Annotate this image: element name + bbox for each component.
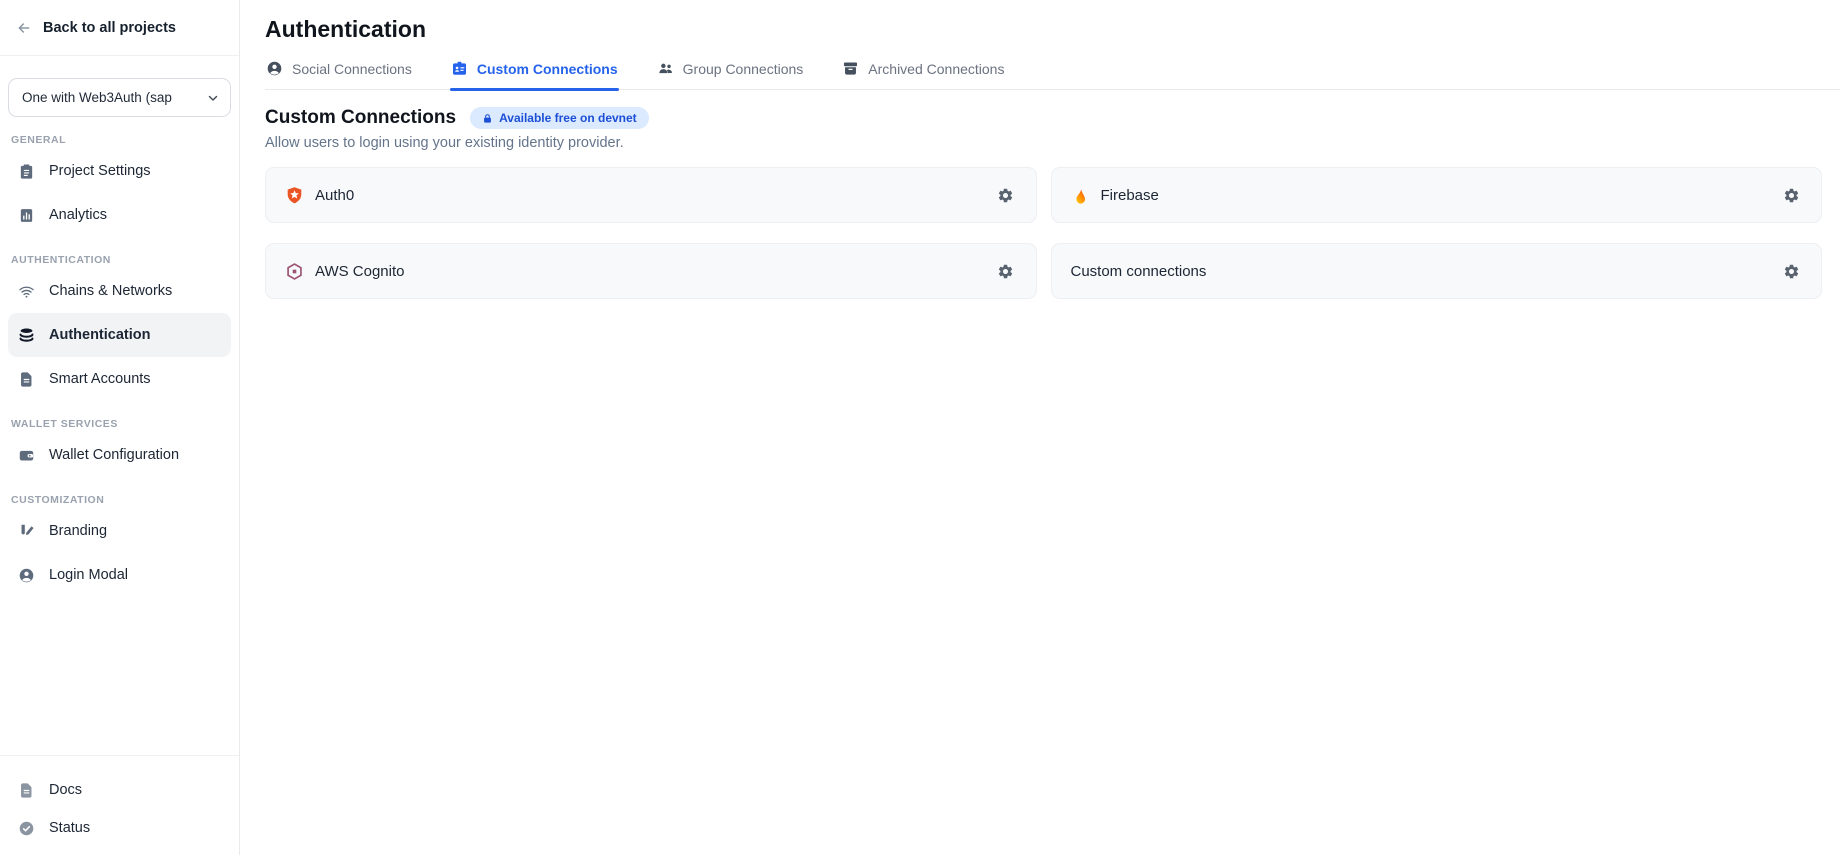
project-selector[interactable]: One with Web3Auth (sap <box>8 78 231 117</box>
sidebar-item-chains-networks[interactable]: Chains & Networks <box>8 269 231 313</box>
connection-card-label: Firebase <box>1101 187 1159 204</box>
sidebar-item-label: Chains & Networks <box>49 283 172 299</box>
connection-card-label: AWS Cognito <box>315 263 404 280</box>
sidebar-item-authentication[interactable]: Authentication <box>8 313 231 357</box>
user-circle-icon <box>18 567 35 584</box>
sidebar-item-label: Analytics <box>49 207 107 223</box>
tab-social-connections[interactable]: Social Connections <box>265 60 413 89</box>
nav-section-label-customization: CUSTOMIZATION <box>11 494 228 506</box>
sidebar-item-label: Branding <box>49 523 107 539</box>
settings-gear-button-custom-connections[interactable] <box>1779 259 1803 283</box>
gear-icon <box>1783 187 1800 204</box>
sidebar-footer: Docs Status <box>0 755 239 855</box>
aws-cognito-logo <box>285 262 304 281</box>
wallet-icon <box>18 447 35 464</box>
page-title: Authentication <box>265 13 1816 45</box>
connection-card-label: Auth0 <box>315 187 354 204</box>
sidebar-item-login-modal[interactable]: Login Modal <box>8 553 231 597</box>
tab-archived-connections[interactable]: Archived Connections <box>841 60 1005 89</box>
back-label: Back to all projects <box>43 20 176 36</box>
back-to-projects-link[interactable]: Back to all projects <box>0 0 239 56</box>
analytics-icon <box>18 207 35 224</box>
user-circle-icon <box>266 60 283 77</box>
connection-card-left: Auth0 <box>285 186 354 205</box>
nav-section-label-general: GENERAL <box>11 134 228 146</box>
gear-icon <box>997 187 1014 204</box>
app-window: Back to all projects One with Web3Auth (… <box>0 0 1840 855</box>
settings-gear-button-auth0[interactable] <box>994 183 1018 207</box>
archive-icon <box>842 60 859 77</box>
tab-bar: Social Connections Custom Connections Grou… <box>265 60 1840 90</box>
sidebar-item-branding[interactable]: Branding <box>8 509 231 553</box>
settings-gear-button-firebase[interactable] <box>1779 183 1803 207</box>
sidebar-item-label: Login Modal <box>49 567 128 583</box>
tab-label: Group Connections <box>683 61 804 77</box>
tab-label: Social Connections <box>292 61 412 77</box>
wifi-icon <box>18 283 35 300</box>
id-badge-icon <box>451 60 468 77</box>
project-selector-value: One with Web3Auth (sap <box>22 90 206 105</box>
connection-card-left: Firebase <box>1071 186 1159 205</box>
sidebar: Back to all projects One with Web3Auth (… <box>0 0 240 855</box>
lock-icon <box>482 113 493 124</box>
sidebar-item-label: Smart Accounts <box>49 371 151 387</box>
sidebar-nav: GENERAL Project Settings Analytics AUTHENTI… <box>0 117 239 755</box>
sidebar-item-wallet-configuration[interactable]: Wallet Configuration <box>8 433 231 477</box>
sidebar-item-project-settings[interactable]: Project Settings <box>8 149 231 193</box>
chevron-down-icon <box>206 91 220 105</box>
sidebar-item-docs[interactable]: Docs <box>8 771 231 809</box>
section-heading: Custom Connections <box>265 107 456 129</box>
gear-icon <box>1783 263 1800 280</box>
sidebar-item-label: Status <box>49 820 90 836</box>
section-header: Custom Connections Available free on dev… <box>265 107 1816 129</box>
connection-card-left: AWS Cognito <box>285 262 404 281</box>
tab-label: Custom Connections <box>477 61 618 77</box>
users-icon <box>657 60 674 77</box>
brush-icon <box>18 523 35 540</box>
tab-custom-connections[interactable]: Custom Connections <box>450 60 619 89</box>
connection-card-aws-cognito[interactable]: AWS Cognito <box>265 243 1037 299</box>
file-icon <box>18 782 35 799</box>
connection-card-label: Custom connections <box>1071 263 1207 280</box>
sidebar-item-label: Project Settings <box>49 163 151 179</box>
sidebar-item-analytics[interactable]: Analytics <box>8 193 231 237</box>
tab-label: Archived Connections <box>868 61 1004 77</box>
clipboard-icon <box>18 163 35 180</box>
devnet-badge: Available free on devnet <box>470 107 649 129</box>
connection-card-firebase[interactable]: Firebase <box>1051 167 1823 223</box>
arrow-left-icon <box>16 20 32 36</box>
connection-card-custom-connections[interactable]: Custom connections <box>1051 243 1823 299</box>
connection-cards-grid: Auth0 Firebase AWS Cognito Custom connectio… <box>265 167 1822 299</box>
main-content: Authentication Social Connections Custom … <box>240 0 1840 855</box>
database-icon <box>18 327 35 344</box>
tab-group-connections[interactable]: Group Connections <box>656 60 805 89</box>
auth0-logo <box>285 186 304 205</box>
section-description: Allow users to login using your existing… <box>265 135 1816 151</box>
sidebar-item-label: Docs <box>49 782 82 798</box>
check-circle-icon <box>18 820 35 837</box>
sidebar-item-status[interactable]: Status <box>8 809 231 847</box>
firebase-logo <box>1071 186 1090 205</box>
nav-section-label-wallet-services: WALLET SERVICES <box>11 418 228 430</box>
nav-section-label-authentication: AUTHENTICATION <box>11 254 228 266</box>
settings-gear-button-aws-cognito[interactable] <box>994 259 1018 283</box>
file-icon <box>18 371 35 388</box>
sidebar-item-label: Authentication <box>49 327 151 343</box>
sidebar-item-smart-accounts[interactable]: Smart Accounts <box>8 357 231 401</box>
devnet-badge-label: Available free on devnet <box>499 111 637 125</box>
connection-card-auth0[interactable]: Auth0 <box>265 167 1037 223</box>
connection-card-left: Custom connections <box>1071 263 1207 280</box>
sidebar-item-label: Wallet Configuration <box>49 447 179 463</box>
gear-icon <box>997 263 1014 280</box>
